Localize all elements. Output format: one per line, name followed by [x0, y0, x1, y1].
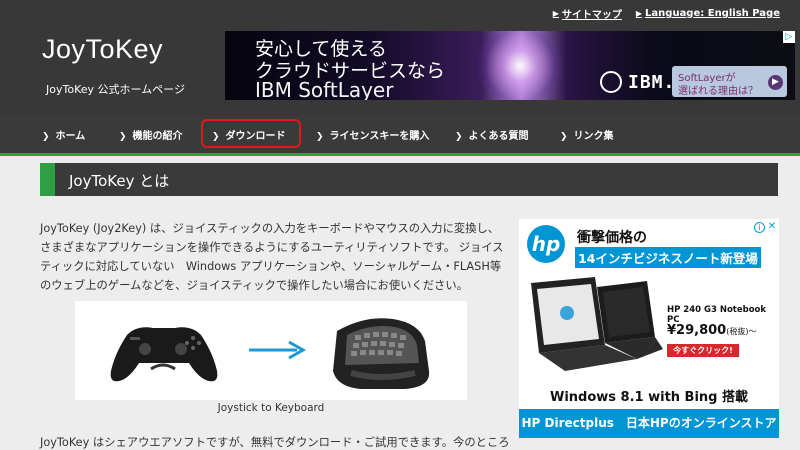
ibm-logo-text: IBM.: [628, 71, 676, 93]
arrow-right-icon: [249, 340, 307, 360]
price-value: ¥29,800: [667, 323, 727, 338]
nav-item-label: リンク集: [573, 131, 614, 142]
chevron-right-icon: ❯: [560, 132, 568, 142]
english-page-link-label: Language: English Page: [645, 8, 780, 19]
light-flare-graphic: [475, 31, 565, 100]
chevron-right-icon: ❯: [119, 132, 127, 142]
intro-paragraph: JoyToKey (Joy2Key) は、ジョイスティックの入力をキーボードやマ…: [40, 222, 504, 292]
nav-item-home[interactable]: ❯ ホーム: [42, 127, 85, 142]
shareware-paragraph: JoyToKey はシェアウエアソフトですが、無料でダウンロード・ご試用できます…: [40, 436, 510, 449]
hp-logo: hp: [527, 225, 565, 263]
arrow-icon: ▶: [552, 9, 559, 18]
top-links: ▶ サイトマップ ▶ Language: English Page: [553, 6, 780, 21]
banner-cta-button[interactable]: SoftLayerが 選ばれる理由は？ ▶: [672, 66, 787, 97]
product-price: ¥29,800(税抜)～: [667, 323, 756, 338]
banner-line-3: IBM SoftLayer: [255, 78, 394, 100]
nav-item-label: 機能の紹介: [132, 131, 183, 142]
section-heading: JoyToKey とは: [40, 163, 778, 196]
ad-headline-1: 衝撃価格の: [577, 230, 647, 246]
nav-item-buy-license[interactable]: ❯ ライセンスキーを購入: [316, 127, 429, 142]
site-title[interactable]: JoyToKey: [42, 34, 163, 65]
joystick-to-keyboard-illustration: [110, 318, 430, 389]
nav-item-label: ホーム: [55, 131, 86, 142]
main-nav: ❯ ホーム ❯ 機能の紹介 ❯ ダウンロード ❯ ライセンスキーを購入 ❯ よくある質問 …: [0, 115, 800, 153]
ad-choices-icon[interactable]: ▷: [783, 31, 795, 43]
site-subtitle: JoyToKey 公式ホームページ: [46, 83, 185, 96]
nav-item-links[interactable]: ❯ リンク集: [560, 127, 614, 142]
ad-headline-2: 14インチビジネスノート新登場: [575, 247, 761, 268]
sitemap-link[interactable]: ▶ サイトマップ: [553, 6, 622, 21]
globe-icon: [600, 71, 622, 93]
figure-caption: Joystick to Keyboard: [217, 402, 325, 414]
heading-accent-bar: [40, 163, 55, 196]
click-now-button[interactable]: 今すぐクリック!: [667, 344, 739, 357]
ibm-banner-ad[interactable]: 安心して使える クラウドサービスなら IBM SoftLayer IBM. So…: [225, 31, 795, 100]
product-model: HP 240 G3 Notebook PC: [667, 305, 767, 325]
gamepad-image: [110, 327, 218, 382]
joystick-to-keyboard-figure: [75, 301, 467, 400]
price-tax-note: (税抜)～: [726, 327, 757, 336]
section-heading-text: JoyToKey とは: [69, 172, 170, 190]
play-arrow-icon: ▶: [768, 75, 783, 90]
keyboard-image: [333, 318, 430, 389]
chevron-right-icon: ❯: [455, 132, 463, 142]
arrow-icon: ▶: [635, 9, 643, 18]
nav-item-faq[interactable]: ❯ よくある質問: [455, 127, 529, 142]
sitemap-link-label: サイトマップ: [561, 10, 622, 21]
hp-side-ad[interactable]: hp 衝撃価格の 14インチビジネスノート新登場 HP 240 G3 Noteb…: [519, 219, 779, 438]
english-page-link[interactable]: ▶ Language: English Page: [636, 6, 780, 21]
site-header: ▶ サイトマップ ▶ Language: English Page JoyToK…: [0, 0, 800, 115]
cta-line-2: 選ばれる理由は？: [678, 86, 758, 97]
ibm-logo: IBM.: [600, 71, 675, 93]
close-icon[interactable]: ✕: [768, 221, 776, 232]
chevron-right-icon: ❯: [316, 132, 324, 142]
laptop-image: [531, 277, 663, 371]
hp-directplus-bar[interactable]: HP Directplus 日本HPのオンラインストア: [519, 409, 779, 438]
info-icon[interactable]: i: [754, 222, 765, 233]
nav-item-label: ライセンスキーを購入: [329, 131, 430, 142]
windows-text: Windows 8.1 with Bing 搭載: [549, 390, 749, 405]
download-highlight-box: [201, 119, 301, 148]
nav-accent-line: [0, 153, 800, 156]
chevron-right-icon: ❯: [42, 132, 50, 142]
nav-item-features[interactable]: ❯ 機能の紹介: [119, 127, 183, 142]
nav-item-label: よくある質問: [468, 131, 529, 142]
